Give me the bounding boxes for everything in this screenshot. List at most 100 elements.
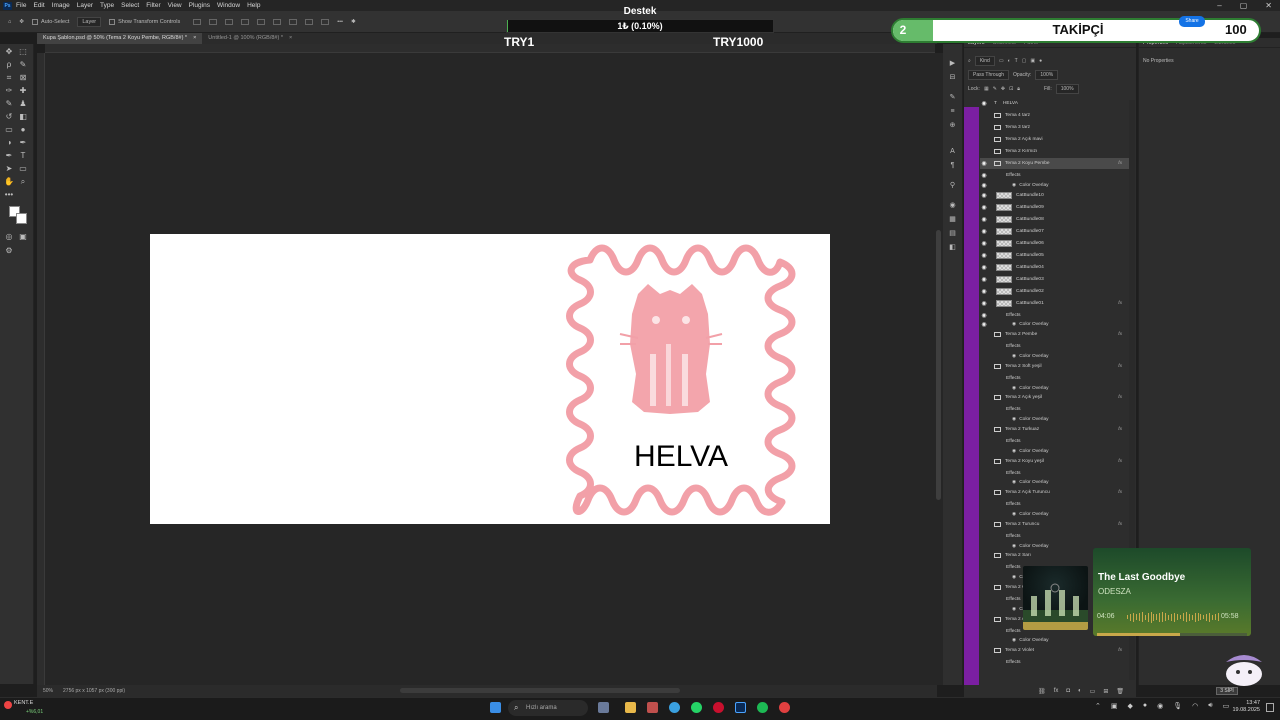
fx-icon[interactable]: fx [1118,427,1122,432]
filter-adjust-icon[interactable]: ◐ [1008,58,1011,64]
shape-tool-icon[interactable]: ▭ [18,164,28,174]
healing-tool-icon[interactable]: ✚ [18,86,28,96]
adjust-icon[interactable]: ≡ [948,108,957,116]
file-explorer-icon[interactable] [625,702,636,713]
background-color-swatch[interactable] [16,213,27,224]
visibility-eye-icon[interactable]: ◉ [980,321,988,328]
layer-row[interactable]: Tema 2 Soft yeşil fx [980,361,1130,372]
app-icon-2[interactable] [779,702,790,713]
crop-tool-icon[interactable]: ⌗ [4,73,14,83]
effect-eye-icon[interactable]: ◉ [1012,322,1016,327]
path-select-tool-icon[interactable]: ➤ [4,164,14,174]
whatsapp-icon[interactable] [691,702,702,713]
filter-pixel-icon[interactable]: ▭ [999,58,1004,64]
visibility-eye-icon[interactable]: ◉ [980,216,988,223]
photoshop-taskbar-icon[interactable] [735,702,746,713]
new-group-icon[interactable]: ▭ [1090,688,1096,695]
adjustment-layer-icon[interactable]: ◐ [1078,688,1082,694]
home-icon[interactable]: ⌂ [8,19,11,25]
fx-icon[interactable]: fx [1118,490,1122,495]
history-brush-icon[interactable]: ↺ [4,112,14,122]
browser-icon[interactable] [669,702,680,713]
fx-icon[interactable]: fx [1118,364,1122,369]
transform-controls-checkbox[interactable] [109,18,116,25]
tray-app3-icon[interactable]: ◉ [1157,702,1163,713]
marquee-tool-icon[interactable]: ⬚ [18,47,28,57]
lock-paint-icon[interactable]: ✎ [993,86,997,92]
visibility-eye-icon[interactable]: ◉ [980,100,988,107]
vertical-scroll-thumb[interactable] [936,230,941,500]
lasso-tool-icon[interactable]: ρ [4,60,14,70]
layer-row[interactable]: Tema 2 Pembe fx [980,329,1130,340]
layer-row[interactable]: ◉ CatBundle05 [980,250,1130,261]
brush-settings-icon[interactable]: ✎ [948,94,957,102]
weather-widget[interactable]: KENT.E [14,700,33,706]
menu-layer[interactable]: Layer [77,2,93,9]
layer-row[interactable]: ◉ CatBundle02 [980,286,1130,297]
menu-select[interactable]: Select [121,2,139,9]
layer-row[interactable]: Tema 2 Açık mavi [980,134,1130,145]
extra-tool-icon[interactable]: ⚙ [4,246,14,256]
layer-row[interactable]: ◉ CatBundle10 [980,190,1130,201]
wifi-icon[interactable]: ◠ [1192,702,1198,713]
spotify-icon[interactable] [757,702,768,713]
volume-icon[interactable]: 🔊︎ [1208,702,1212,713]
play-icon[interactable]: ▶ [948,60,957,68]
fx-icon[interactable]: fx [1118,301,1122,306]
layer-row[interactable]: ◉ CatBundle07 [980,226,1130,237]
visibility-eye-icon[interactable]: ◉ [980,182,988,189]
delete-layer-icon[interactable]: 🗑︎ [1116,688,1124,695]
filter-smart-icon[interactable]: ▣ [1030,58,1035,64]
pen-tool-icon[interactable]: ✒ [18,138,28,148]
effect-eye-icon[interactable]: ◉ [1012,354,1016,359]
menu-plugins[interactable]: Plugins [189,2,210,9]
minimize-icon[interactable]: – [1217,1,1221,10]
tray-app2-icon[interactable]: ◆ [1128,702,1133,713]
gradient-tool-icon[interactable]: ▭ [4,125,14,135]
screen-mode-icon[interactable]: ▣ [18,232,28,242]
visibility-eye-icon[interactable]: ◉ [980,240,988,247]
color-icon[interactable]: ◉ [948,202,957,210]
widgets-icon[interactable] [598,702,609,713]
menu-image[interactable]: Image [52,2,70,9]
type-tool-icon[interactable]: T [18,151,28,161]
visibility-eye-icon[interactable]: ◉ [980,300,988,307]
layer-row[interactable]: Tema 2 Açık yeşil fx [980,392,1130,403]
fx-icon[interactable]: fx [1118,332,1122,337]
menu-type[interactable]: Type [100,2,114,9]
layer-row[interactable]: Tema 2 Kırmızı [980,146,1130,157]
new-layer-icon[interactable]: ⊞ [1103,688,1108,695]
fx-icon[interactable]: fx [1118,395,1122,400]
add-style-icon[interactable]: fx [1054,688,1059,694]
visibility-eye-icon[interactable]: ◉ [980,252,988,259]
frame-tool-icon[interactable]: ⊠ [18,73,28,83]
layer-row[interactable]: ◉ CatBundle09 [980,202,1130,213]
visibility-eye-icon[interactable]: ◉ [980,228,988,235]
filter-toggle-icon[interactable]: ● [1039,58,1042,64]
weather-icon[interactable] [4,701,12,709]
visibility-eye-icon[interactable]: ◉ [980,264,988,271]
tab-kupa-sablon[interactable]: Kupa Şablon.psd @ 50% (Tema 2 Koyu Pembe… [37,33,203,44]
microphone-icon[interactable]: 🎙︎ [1173,702,1182,713]
visibility-eye-icon[interactable]: ◉ [980,160,988,167]
paragraph-icon[interactable]: ¶ [948,162,957,170]
filter-type-icon[interactable]: T [1015,58,1018,64]
effect-eye-icon[interactable]: ◉ [1012,575,1016,580]
blur-tool-icon[interactable]: ● [18,125,28,135]
menu-filter[interactable]: Filter [146,2,160,9]
eyedropper-tool-icon[interactable]: ✑ [4,86,14,96]
menu-window[interactable]: Window [217,2,240,9]
swatches-icon[interactable]: ▦ [948,216,957,224]
tray-spotify-icon[interactable]: ● [1143,702,1147,713]
visibility-eye-icon[interactable]: ◉ [980,204,988,211]
layer-row[interactable]: Tema 2 Turuncu fx [980,519,1130,530]
fill-field[interactable]: 100% [1055,83,1079,94]
link-layers-icon[interactable]: ⛓ [1038,688,1046,695]
kind-filter-dropdown[interactable]: Kind [974,55,995,66]
effect-eye-icon[interactable]: ◉ [1012,638,1016,643]
auto-select-checkbox[interactable] [31,18,38,25]
more-options-icon[interactable]: ••• [337,19,343,25]
tray-expand-icon[interactable]: ⌃ [1095,702,1101,713]
blend-mode-dropdown[interactable]: Pass Through [968,69,1010,80]
lock-artboard-icon[interactable]: ⊡ [1009,86,1013,92]
